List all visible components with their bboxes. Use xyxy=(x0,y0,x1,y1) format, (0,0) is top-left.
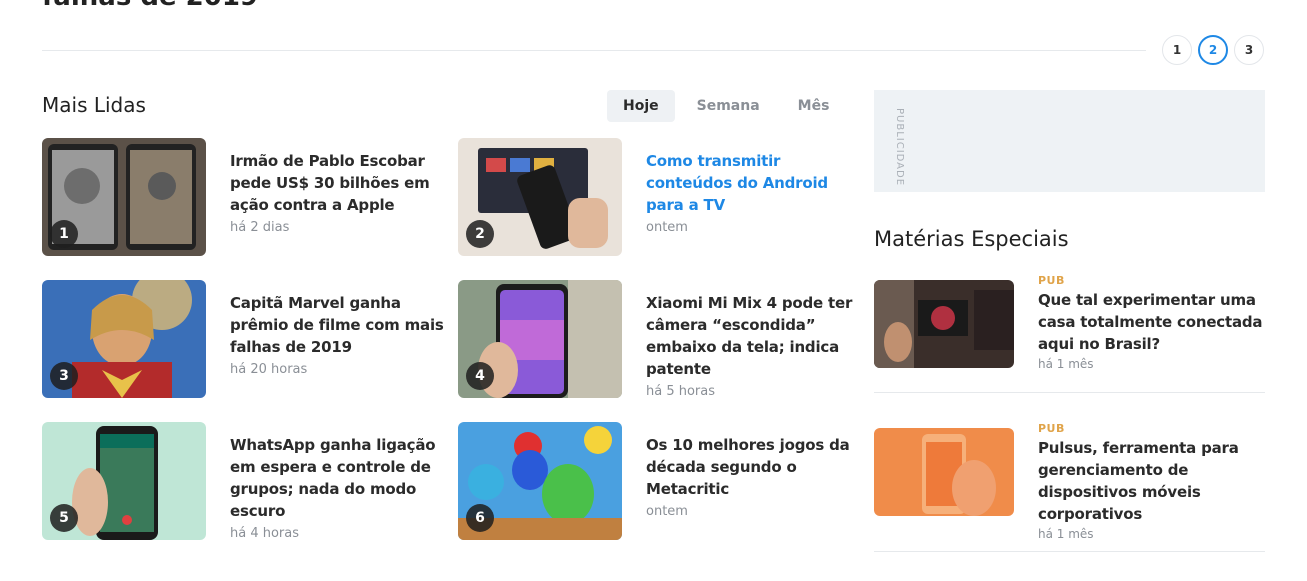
list-item[interactable]: 4 Xiaomi Mi Mix 4 pode ter câmera “escon… xyxy=(458,280,858,400)
article-time: há 5 horas xyxy=(646,384,716,399)
article-title[interactable]: Que tal experimentar uma casa totalmente… xyxy=(1038,289,1268,355)
list-item[interactable]: PUB Que tal experimentar uma casa totalm… xyxy=(874,274,1268,380)
article-time: ontem xyxy=(646,220,688,235)
article-title[interactable]: Irmão de Pablo Escobar pede US$ 30 bilhõ… xyxy=(230,150,445,216)
article-title[interactable]: Capitã Marvel ganha prêmio de filme com … xyxy=(230,292,445,358)
article-thumbnail[interactable]: 5 xyxy=(42,422,206,540)
tab-today[interactable]: Hoje xyxy=(607,90,675,122)
thumbnail-image xyxy=(874,428,1014,516)
list-item[interactable]: PUB Pulsus, ferramenta para gerenciament… xyxy=(874,422,1268,541)
article-time: há 2 dias xyxy=(230,220,290,235)
list-item[interactable]: 5 WhatsApp ganha ligação em espera e con… xyxy=(42,422,442,542)
page-2-button[interactable]: 2 xyxy=(1198,35,1228,65)
article-title[interactable]: WhatsApp ganha ligação em espera e contr… xyxy=(230,434,445,522)
specials-title: Matérias Especiais xyxy=(874,227,1069,251)
article-thumbnail[interactable]: 1 xyxy=(42,138,206,256)
list-item[interactable]: 3 Capitã Marvel ganha prêmio de filme co… xyxy=(42,280,445,400)
article-time: há 1 mês xyxy=(1038,357,1094,371)
article-thumbnail[interactable]: 3 xyxy=(42,280,206,398)
rank-badge: 4 xyxy=(466,362,494,390)
tab-month[interactable]: Mês xyxy=(782,90,846,122)
rank-badge: 6 xyxy=(466,504,494,532)
previous-article-title[interactable]: falhas de 2019 xyxy=(42,0,258,12)
article-thumbnail[interactable]: 6 xyxy=(458,422,622,540)
divider xyxy=(42,50,1146,51)
rank-badge: 5 xyxy=(50,504,78,532)
pagination: 1 2 3 xyxy=(1162,35,1264,65)
rank-badge: 1 xyxy=(50,220,78,248)
article-title[interactable]: Os 10 melhores jogos da década segundo o… xyxy=(646,434,861,500)
article-time: ontem xyxy=(646,504,688,519)
article-title[interactable]: Como transmitir conteúdos do Android par… xyxy=(646,150,861,216)
article-thumbnail[interactable] xyxy=(874,428,1014,516)
sponsored-tag: PUB xyxy=(1038,274,1065,287)
list-item[interactable]: 6 Os 10 melhores jogos da década segundo… xyxy=(458,422,858,542)
article-time: há 20 horas xyxy=(230,362,308,377)
tab-week[interactable]: Semana xyxy=(681,90,776,122)
ad-label: PUBLICIDADE xyxy=(894,108,905,187)
divider xyxy=(874,551,1265,552)
article-title[interactable]: Xiaomi Mi Mix 4 pode ter câmera “escondi… xyxy=(646,292,861,380)
sponsored-tag: PUB xyxy=(1038,422,1065,435)
article-time: há 4 horas xyxy=(230,526,300,541)
divider xyxy=(874,392,1265,393)
rank-badge: 2 xyxy=(466,220,494,248)
article-title[interactable]: Pulsus, ferramenta para gerenciamento de… xyxy=(1038,437,1268,525)
article-thumbnail[interactable]: 2 xyxy=(458,138,622,256)
page-1-button[interactable]: 1 xyxy=(1162,35,1192,65)
thumbnail-image xyxy=(874,280,1014,368)
article-time: há 1 mês xyxy=(1038,527,1094,541)
list-item[interactable]: 2 Como transmitir conteúdos do Android p… xyxy=(458,138,858,258)
article-thumbnail[interactable] xyxy=(874,280,1014,368)
most-read-title: Mais Lidas xyxy=(42,93,146,117)
period-tabs: Hoje Semana Mês xyxy=(607,90,851,122)
page-3-button[interactable]: 3 xyxy=(1234,35,1264,65)
list-item[interactable]: 1 Irmão de Pablo Escobar pede US$ 30 bil… xyxy=(42,138,442,258)
rank-badge: 3 xyxy=(50,362,78,390)
ad-slot[interactable]: PUBLICIDADE xyxy=(874,90,1265,192)
article-thumbnail[interactable]: 4 xyxy=(458,280,622,398)
